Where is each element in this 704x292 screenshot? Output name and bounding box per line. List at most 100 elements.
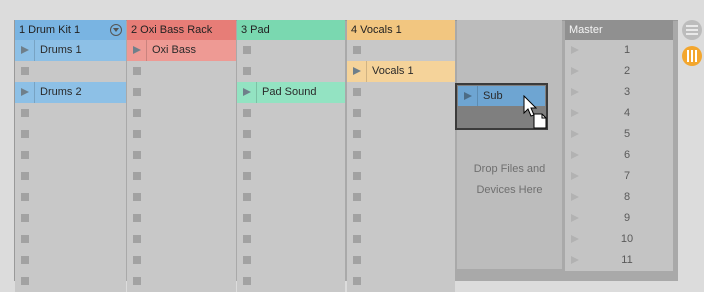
scene-slot[interactable]: 3: [565, 82, 673, 103]
scene-launch-icon[interactable]: [571, 172, 579, 181]
stop-icon[interactable]: [243, 256, 251, 265]
empty-clip-slot[interactable]: [15, 61, 126, 82]
stop-icon[interactable]: [21, 235, 29, 244]
scene-launch-icon[interactable]: [571, 151, 579, 160]
stop-icon[interactable]: [133, 214, 141, 223]
play-icon[interactable]: [21, 88, 29, 97]
scene-launch-icon[interactable]: [571, 46, 579, 55]
scene-launch-icon[interactable]: [571, 88, 579, 97]
empty-clip-slot[interactable]: [15, 229, 126, 250]
scene-slot[interactable]: 8: [565, 187, 673, 208]
empty-clip-slot[interactable]: [127, 250, 236, 271]
scene-slot[interactable]: 5: [565, 124, 673, 145]
scene-slot[interactable]: 10: [565, 229, 673, 250]
scene-launch-icon[interactable]: [571, 193, 579, 202]
clip-slot[interactable]: Drums 2: [15, 82, 126, 103]
empty-clip-slot[interactable]: [15, 250, 126, 271]
empty-clip-slot[interactable]: [15, 103, 126, 124]
empty-clip-slot[interactable]: [127, 166, 236, 187]
empty-clip-slot[interactable]: [237, 166, 345, 187]
stop-icon[interactable]: [21, 172, 29, 181]
empty-clip-slot[interactable]: [237, 187, 345, 208]
track-header[interactable]: 3 Pad: [237, 20, 345, 40]
scene-slot[interactable]: 2: [565, 61, 673, 82]
empty-clip-slot[interactable]: [347, 166, 455, 187]
track-header[interactable]: 2 Oxi Bass Rack: [127, 20, 236, 40]
empty-clip-slot[interactable]: [127, 208, 236, 229]
stop-icon[interactable]: [243, 193, 251, 202]
scene-launch-icon[interactable]: [571, 214, 579, 223]
stop-icon[interactable]: [243, 130, 251, 139]
stop-icon[interactable]: [21, 256, 29, 265]
stop-icon[interactable]: [353, 214, 361, 223]
empty-clip-slot[interactable]: [237, 208, 345, 229]
empty-clip-slot[interactable]: [127, 82, 236, 103]
empty-clip-slot[interactable]: [347, 208, 455, 229]
clip-slot[interactable]: Drums 1: [15, 40, 126, 61]
stop-icon[interactable]: [21, 130, 29, 139]
empty-clip-slot[interactable]: [347, 82, 455, 103]
empty-clip-slot[interactable]: [237, 145, 345, 166]
scene-slot[interactable]: 11: [565, 250, 673, 271]
scene-slot[interactable]: 7: [565, 166, 673, 187]
scene-slot[interactable]: 1: [565, 40, 673, 61]
stop-icon[interactable]: [353, 109, 361, 118]
empty-clip-slot[interactable]: [15, 271, 126, 292]
empty-clip-slot[interactable]: [237, 250, 345, 271]
stop-icon[interactable]: [243, 46, 251, 55]
stop-icon[interactable]: [353, 277, 361, 286]
stop-icon[interactable]: [21, 151, 29, 160]
stop-icon[interactable]: [353, 130, 361, 139]
stop-icon[interactable]: [243, 235, 251, 244]
track-header[interactable]: 1 Drum Kit 1: [15, 20, 126, 40]
empty-clip-slot[interactable]: [15, 187, 126, 208]
stop-icon[interactable]: [133, 256, 141, 265]
menu-icon[interactable]: [682, 20, 702, 40]
stop-icon[interactable]: [21, 277, 29, 286]
empty-clip-slot[interactable]: [347, 124, 455, 145]
play-icon[interactable]: [243, 88, 251, 97]
empty-clip-slot[interactable]: [347, 271, 455, 292]
empty-clip-slot[interactable]: [127, 103, 236, 124]
play-icon[interactable]: [353, 67, 361, 76]
scene-launch-icon[interactable]: [571, 256, 579, 265]
stop-icon[interactable]: [243, 172, 251, 181]
stop-icon[interactable]: [353, 88, 361, 97]
stop-icon[interactable]: [353, 193, 361, 202]
empty-clip-slot[interactable]: [127, 187, 236, 208]
empty-clip-slot[interactable]: [127, 61, 236, 82]
stop-icon[interactable]: [133, 109, 141, 118]
empty-clip-slot[interactable]: [127, 145, 236, 166]
drop-zone[interactable]: Drop Files and Devices Here: [457, 20, 562, 269]
stop-icon[interactable]: [21, 109, 29, 118]
mixer-icon[interactable]: [682, 46, 702, 66]
stop-icon[interactable]: [353, 235, 361, 244]
play-icon[interactable]: [133, 46, 141, 55]
empty-clip-slot[interactable]: [127, 229, 236, 250]
empty-clip-slot[interactable]: [237, 61, 345, 82]
empty-clip-slot[interactable]: [237, 271, 345, 292]
empty-clip-slot[interactable]: [15, 145, 126, 166]
scene-slot[interactable]: 4: [565, 103, 673, 124]
stop-icon[interactable]: [133, 172, 141, 181]
stop-icon[interactable]: [353, 151, 361, 160]
empty-clip-slot[interactable]: [347, 250, 455, 271]
empty-clip-slot[interactable]: [237, 40, 345, 61]
scene-launch-icon[interactable]: [571, 130, 579, 139]
empty-clip-slot[interactable]: [347, 145, 455, 166]
empty-clip-slot[interactable]: [15, 166, 126, 187]
chevron-down-icon[interactable]: [110, 24, 122, 36]
empty-clip-slot[interactable]: [347, 229, 455, 250]
stop-icon[interactable]: [243, 151, 251, 160]
stop-icon[interactable]: [133, 277, 141, 286]
empty-clip-slot[interactable]: [15, 208, 126, 229]
stop-icon[interactable]: [133, 88, 141, 97]
empty-clip-slot[interactable]: [237, 229, 345, 250]
stop-icon[interactable]: [243, 109, 251, 118]
stop-icon[interactable]: [243, 277, 251, 286]
scene-slot[interactable]: 9: [565, 208, 673, 229]
stop-icon[interactable]: [243, 214, 251, 223]
clip-slot[interactable]: Vocals 1: [347, 61, 455, 82]
empty-clip-slot[interactable]: [237, 124, 345, 145]
stop-icon[interactable]: [133, 193, 141, 202]
